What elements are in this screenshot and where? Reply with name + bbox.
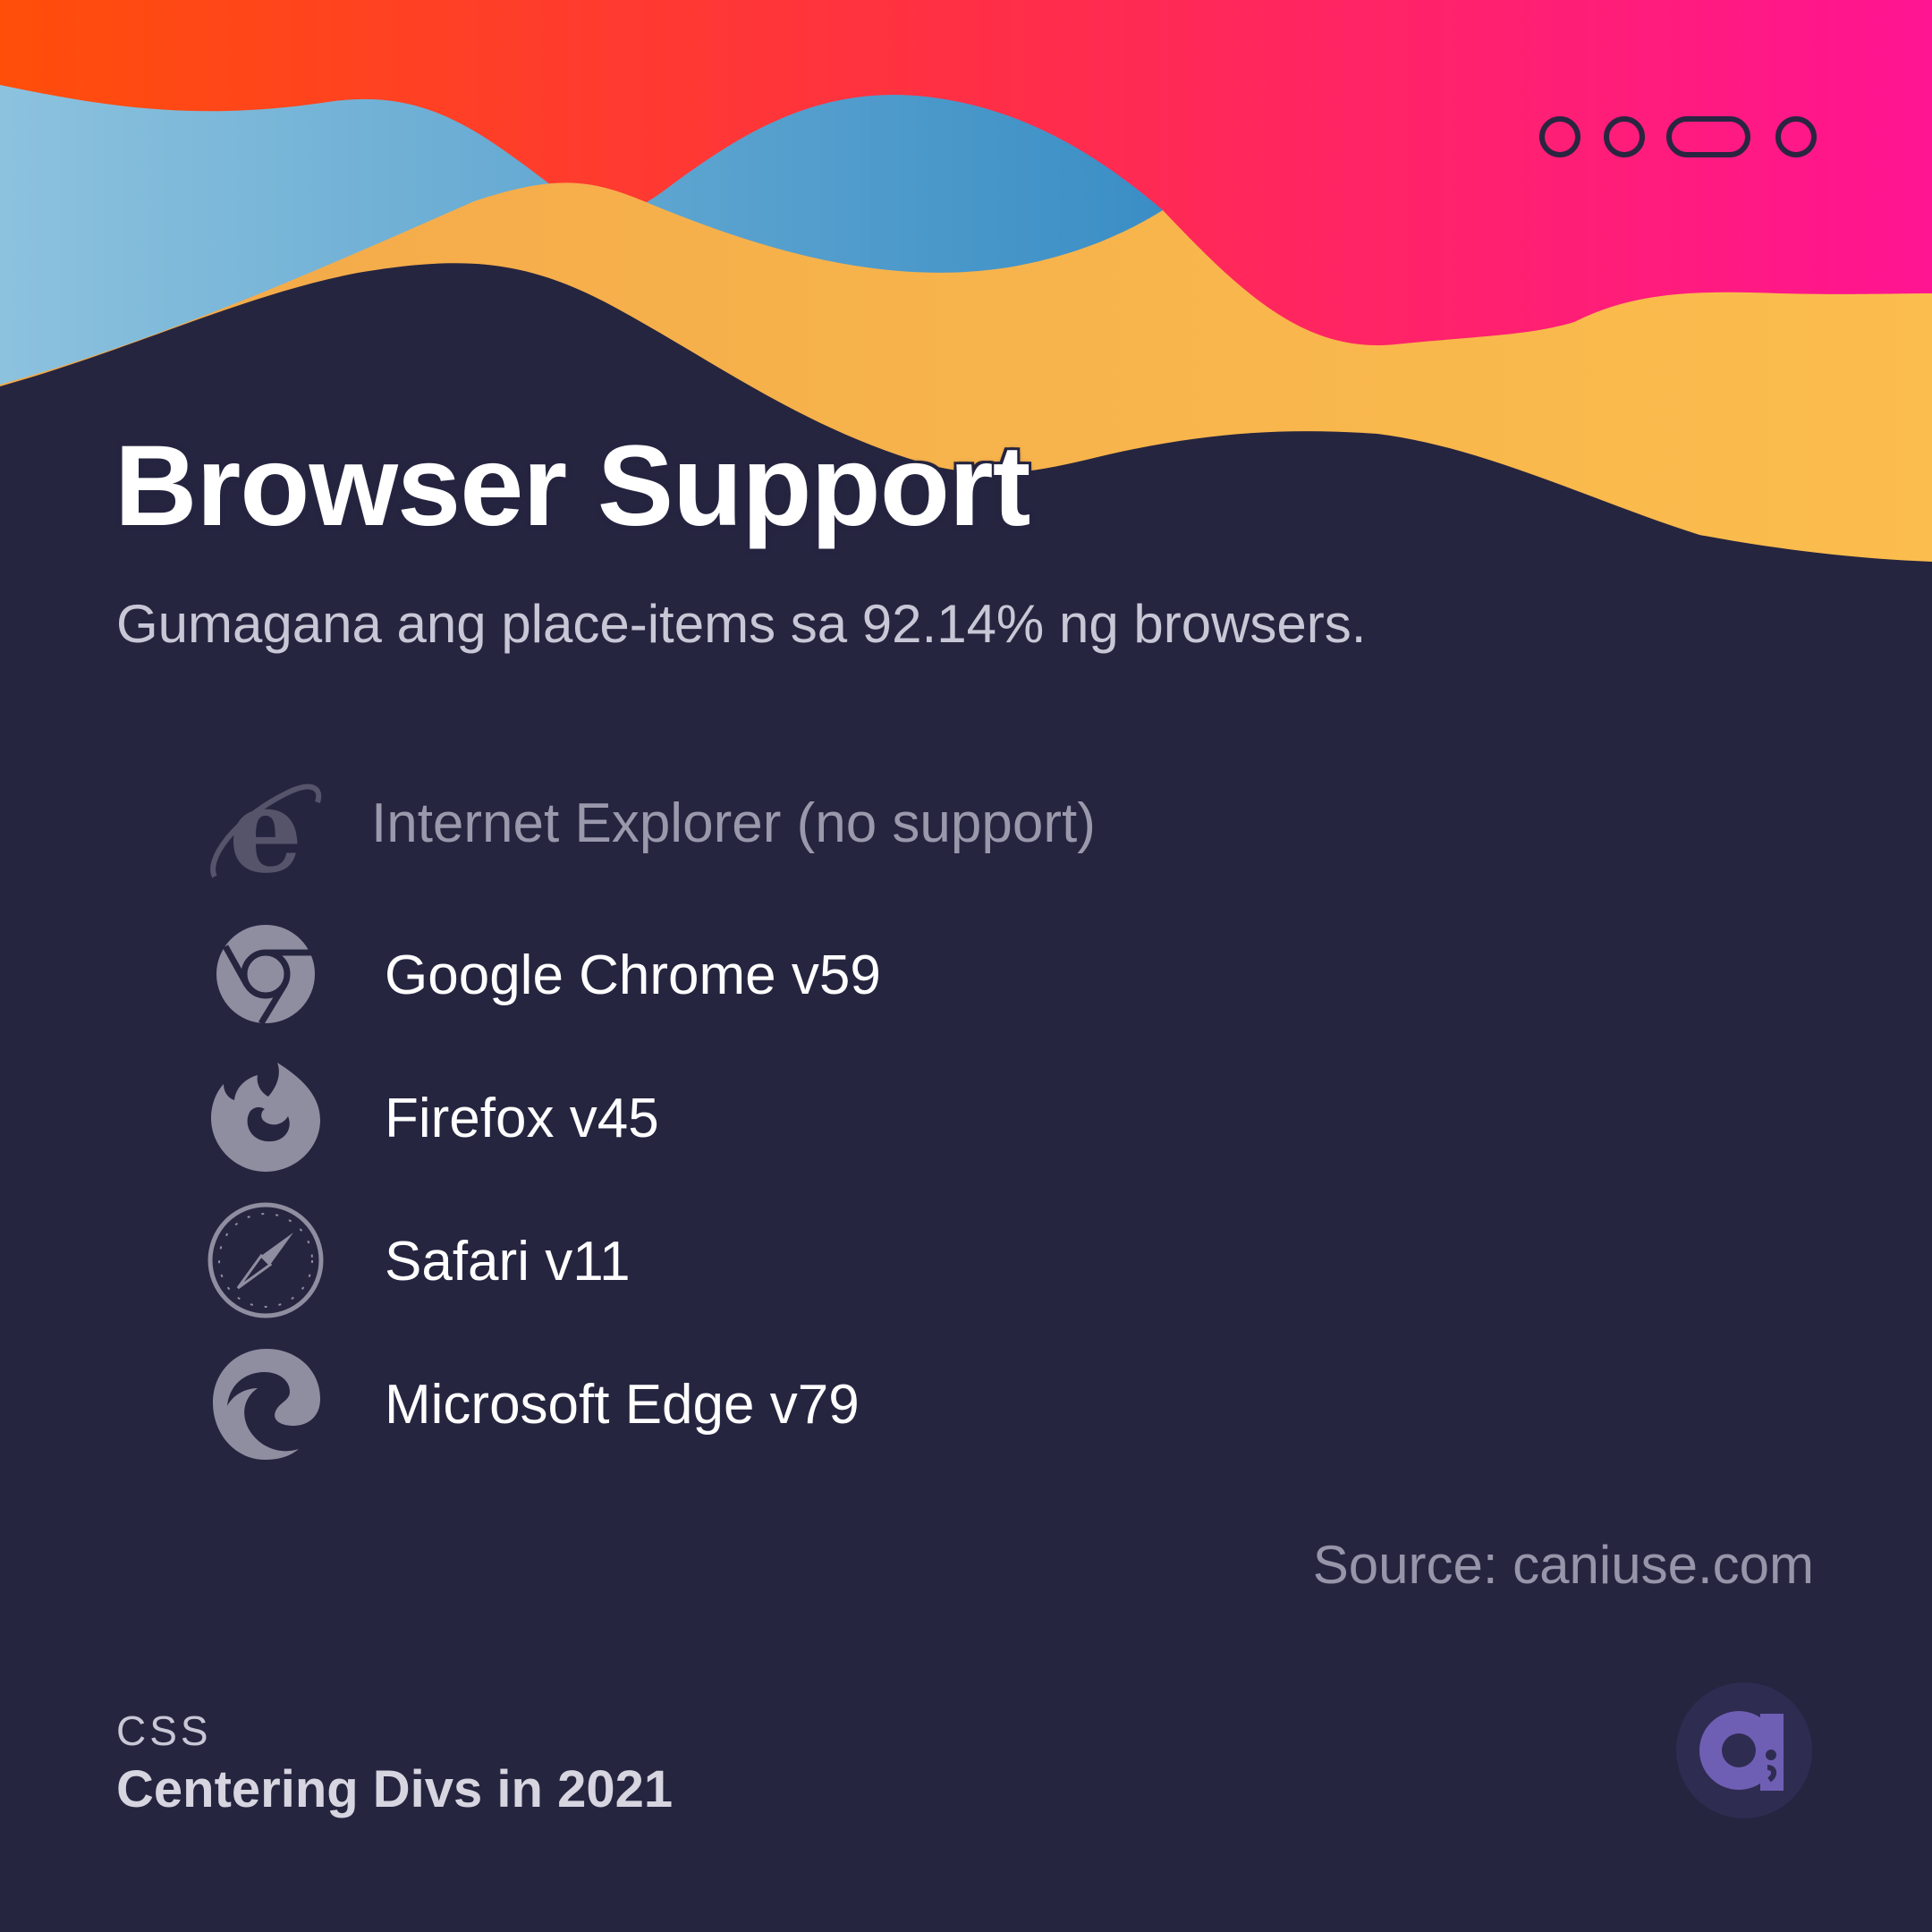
browser-label: Google Chrome v59 [385,945,881,1006]
internet-explorer-icon: e [210,771,322,891]
dot-icon [1539,116,1580,157]
browser-item-safari: Safari v11 [206,1190,1458,1333]
pill-icon [1666,116,1750,157]
category-label: CSS [116,1707,212,1754]
browser-label: Internet Explorer (no support) [371,792,1096,854]
edge-icon [213,1349,320,1460]
browser-item-firefox: Firefox v45 [206,1046,1458,1190]
svg-text:e: e [229,771,303,891]
page-subtitle: Gumagana ang place-items sa 92.14% ng br… [116,594,1367,654]
safari-icon [208,1202,324,1318]
browser-item-edge: Microsoft Edge v79 [206,1333,1458,1476]
firefox-icon [211,1063,320,1172]
series-title: Centering Divs in 2021 [116,1760,674,1818]
dot-icon [1604,116,1645,157]
window-controls [1539,116,1817,157]
browser-item-chrome: Google Chrome v59 [206,903,1458,1046]
dot-icon [1775,116,1817,157]
browser-label: Microsoft Edge v79 [385,1374,860,1436]
browser-label: Safari v11 [385,1231,631,1292]
page-title: Browser Support [114,422,1030,550]
browser-label: Firefox v45 [385,1088,659,1149]
brand-logo-icon [1676,1682,1812,1818]
source-note: Source: caniuse.com [1312,1535,1814,1595]
chrome-icon [216,925,315,1025]
browser-list: e Internet Explorer (no support) Google … [206,760,1458,1476]
browser-item-internet-explorer: e Internet Explorer (no support) [206,760,1458,903]
